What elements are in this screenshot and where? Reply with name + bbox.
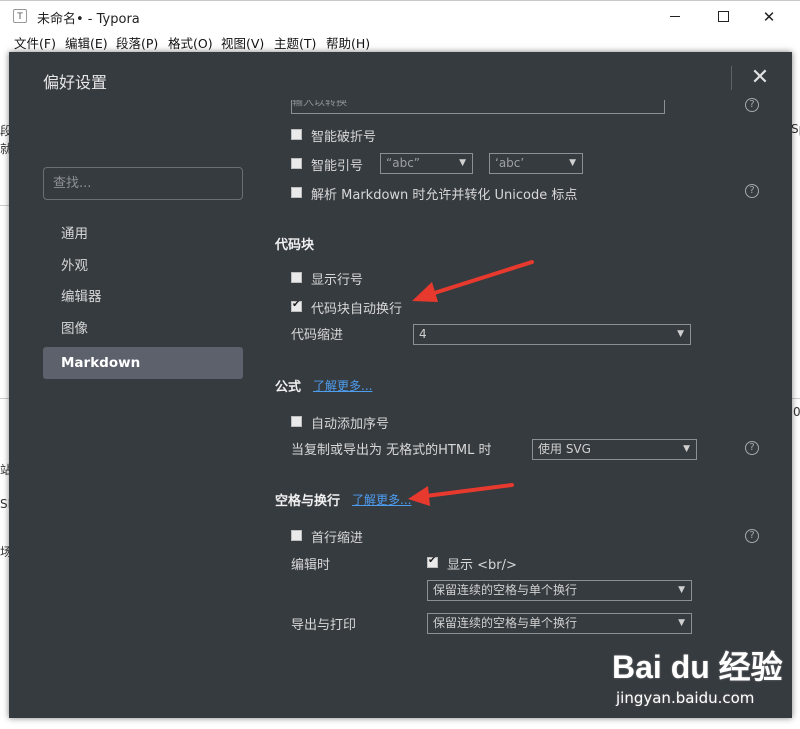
smart-dash-label: 智能破折号 (311, 130, 377, 145)
auto-number-label: 自动添加序号 (311, 417, 390, 432)
copy-export-label: 当复制或导出为 无格式的HTML 时 (291, 443, 492, 458)
show-br-checkbox[interactable] (427, 555, 438, 568)
editing-label: 编辑时 (291, 558, 331, 573)
whitespace-learn-more-link[interactable]: 了解更多... (352, 491, 411, 508)
chevron-down-icon: ▼ (683, 444, 690, 454)
math-export-select[interactable]: 使用 SVG ▼ (532, 439, 697, 460)
menu-edit[interactable]: 编辑(E) (65, 33, 108, 52)
code-wrap-checkbox[interactable] (291, 299, 302, 312)
help-icon[interactable]: ? (745, 98, 759, 112)
chevron-down-icon: ▼ (677, 329, 684, 339)
menu-view[interactable]: 视图(V) (221, 33, 264, 52)
editing-whitespace-select[interactable]: 保留连续的空格与单个换行 ▼ (427, 580, 692, 601)
editing-whitespace-value: 保留连续的空格与单个换行 (433, 583, 578, 597)
menu-file[interactable]: 文件(F) (14, 33, 56, 52)
nav-item-image[interactable]: 图像 (43, 313, 243, 345)
single-quote-select[interactable]: ‘abc’ ▼ (489, 153, 583, 174)
dialog-title: 偏好设置 (43, 73, 108, 92)
unicode-punctuation-label: 解析 Markdown 时允许并转化 Unicode 标点 (311, 188, 578, 203)
typora-app-icon: T (13, 9, 27, 23)
minimize-button[interactable] (652, 1, 698, 32)
baidu-jingyan-watermark: Bai du 经验 jingyan.baidu.com (610, 640, 790, 720)
code-indent-label: 代码缩进 (291, 328, 344, 343)
math-learn-more-link[interactable]: 了解更多... (313, 377, 372, 394)
nav-item-editor[interactable]: 编辑器 (43, 281, 243, 313)
chevron-down-icon: ▼ (459, 158, 466, 168)
auto-number-checkbox[interactable] (291, 416, 302, 427)
help-icon[interactable]: ? (745, 529, 759, 543)
nav-item-general[interactable]: 通用 (43, 218, 243, 250)
menu-paragraph[interactable]: 段落(P) (116, 33, 158, 52)
minimize-icon (670, 16, 680, 17)
window-titlebar: T 未命名• - Typora ✕ (0, 0, 800, 31)
cut-off-input[interactable]: 输入以转换 (291, 100, 665, 114)
dialog-close-button[interactable]: ✕ (748, 64, 772, 92)
math-section-title: 公式 (275, 380, 302, 395)
first-line-indent-checkbox[interactable] (291, 530, 302, 541)
show-br-label: 显示 <br/> (447, 558, 517, 573)
baidu-logo: Bai du 经验 (612, 649, 783, 685)
code-indent-select[interactable]: 4 ▼ (413, 324, 691, 345)
line-numbers-label: 显示行号 (311, 273, 364, 288)
smart-quotes-checkbox[interactable] (291, 158, 302, 169)
chevron-down-icon: ▼ (569, 158, 576, 168)
code-wrap-label: 代码块自动换行 (311, 302, 403, 317)
window-title: 未命名• - Typora (37, 12, 140, 27)
export-whitespace-value: 保留连续的空格与单个换行 (433, 616, 578, 630)
watermark-url: jingyan.baidu.com (616, 689, 755, 707)
code-indent-value: 4 (419, 327, 427, 341)
menu-help[interactable]: 帮助(H) (326, 33, 370, 52)
cut-off-input-text: 输入以转换 (292, 100, 347, 108)
close-icon: ✕ (750, 65, 770, 90)
menu-theme[interactable]: 主题(T) (274, 33, 316, 52)
export-whitespace-select[interactable]: 保留连续的空格与单个换行 ▼ (427, 613, 692, 634)
editor-text-fragment: 0 (793, 405, 800, 419)
title-divider (731, 66, 732, 90)
nav-item-appearance[interactable]: 外观 (43, 250, 243, 282)
nav-item-markdown[interactable]: Markdown (43, 347, 243, 379)
editor-divider (0, 398, 9, 399)
editor-divider (792, 398, 800, 399)
math-export-value: 使用 SVG (538, 442, 591, 456)
unicode-punctuation-checkbox[interactable] (291, 187, 302, 198)
preferences-dialog: 偏好设置 ✕ 通用 外观 编辑器 图像 Markdown 输入以转换 ? 智能破… (9, 52, 792, 718)
chevron-down-icon: ▼ (678, 618, 685, 628)
settings-panel: 输入以转换 ? 智能破折号 智能引号 “abc” ▼ ‘abc’ ▼ 解析 Mark… (267, 98, 787, 718)
help-icon[interactable]: ? (745, 184, 759, 198)
menu-format[interactable]: 格式(O) (168, 33, 213, 52)
smart-dash-checkbox[interactable] (291, 129, 302, 140)
first-line-indent-label: 首行缩进 (311, 531, 364, 546)
maximize-button[interactable] (700, 1, 746, 32)
whitespace-section-title: 空格与换行 (275, 494, 341, 509)
preferences-search-input[interactable] (43, 167, 243, 200)
double-quote-select[interactable]: “abc” ▼ (380, 153, 473, 174)
menu-bar: 文件(F) 编辑(E) 段落(P) 格式(O) 视图(V) 主题(T) 帮助(H… (0, 31, 800, 52)
editor-divider (0, 205, 9, 206)
export-print-label: 导出与打印 (291, 618, 357, 633)
single-quote-value: ‘abc’ (495, 156, 525, 170)
close-window-button[interactable]: ✕ (746, 1, 792, 32)
maximize-icon (717, 11, 729, 22)
close-icon: ✕ (762, 7, 776, 26)
help-icon[interactable]: ? (745, 441, 759, 455)
code-block-section-title: 代码块 (275, 238, 315, 253)
chevron-down-icon: ▼ (678, 585, 685, 595)
smart-quotes-label: 智能引号 (311, 159, 364, 174)
editor-text-fragment: Sp (791, 122, 800, 136)
line-numbers-checkbox[interactable] (291, 272, 302, 283)
double-quote-value: “abc” (386, 156, 421, 170)
